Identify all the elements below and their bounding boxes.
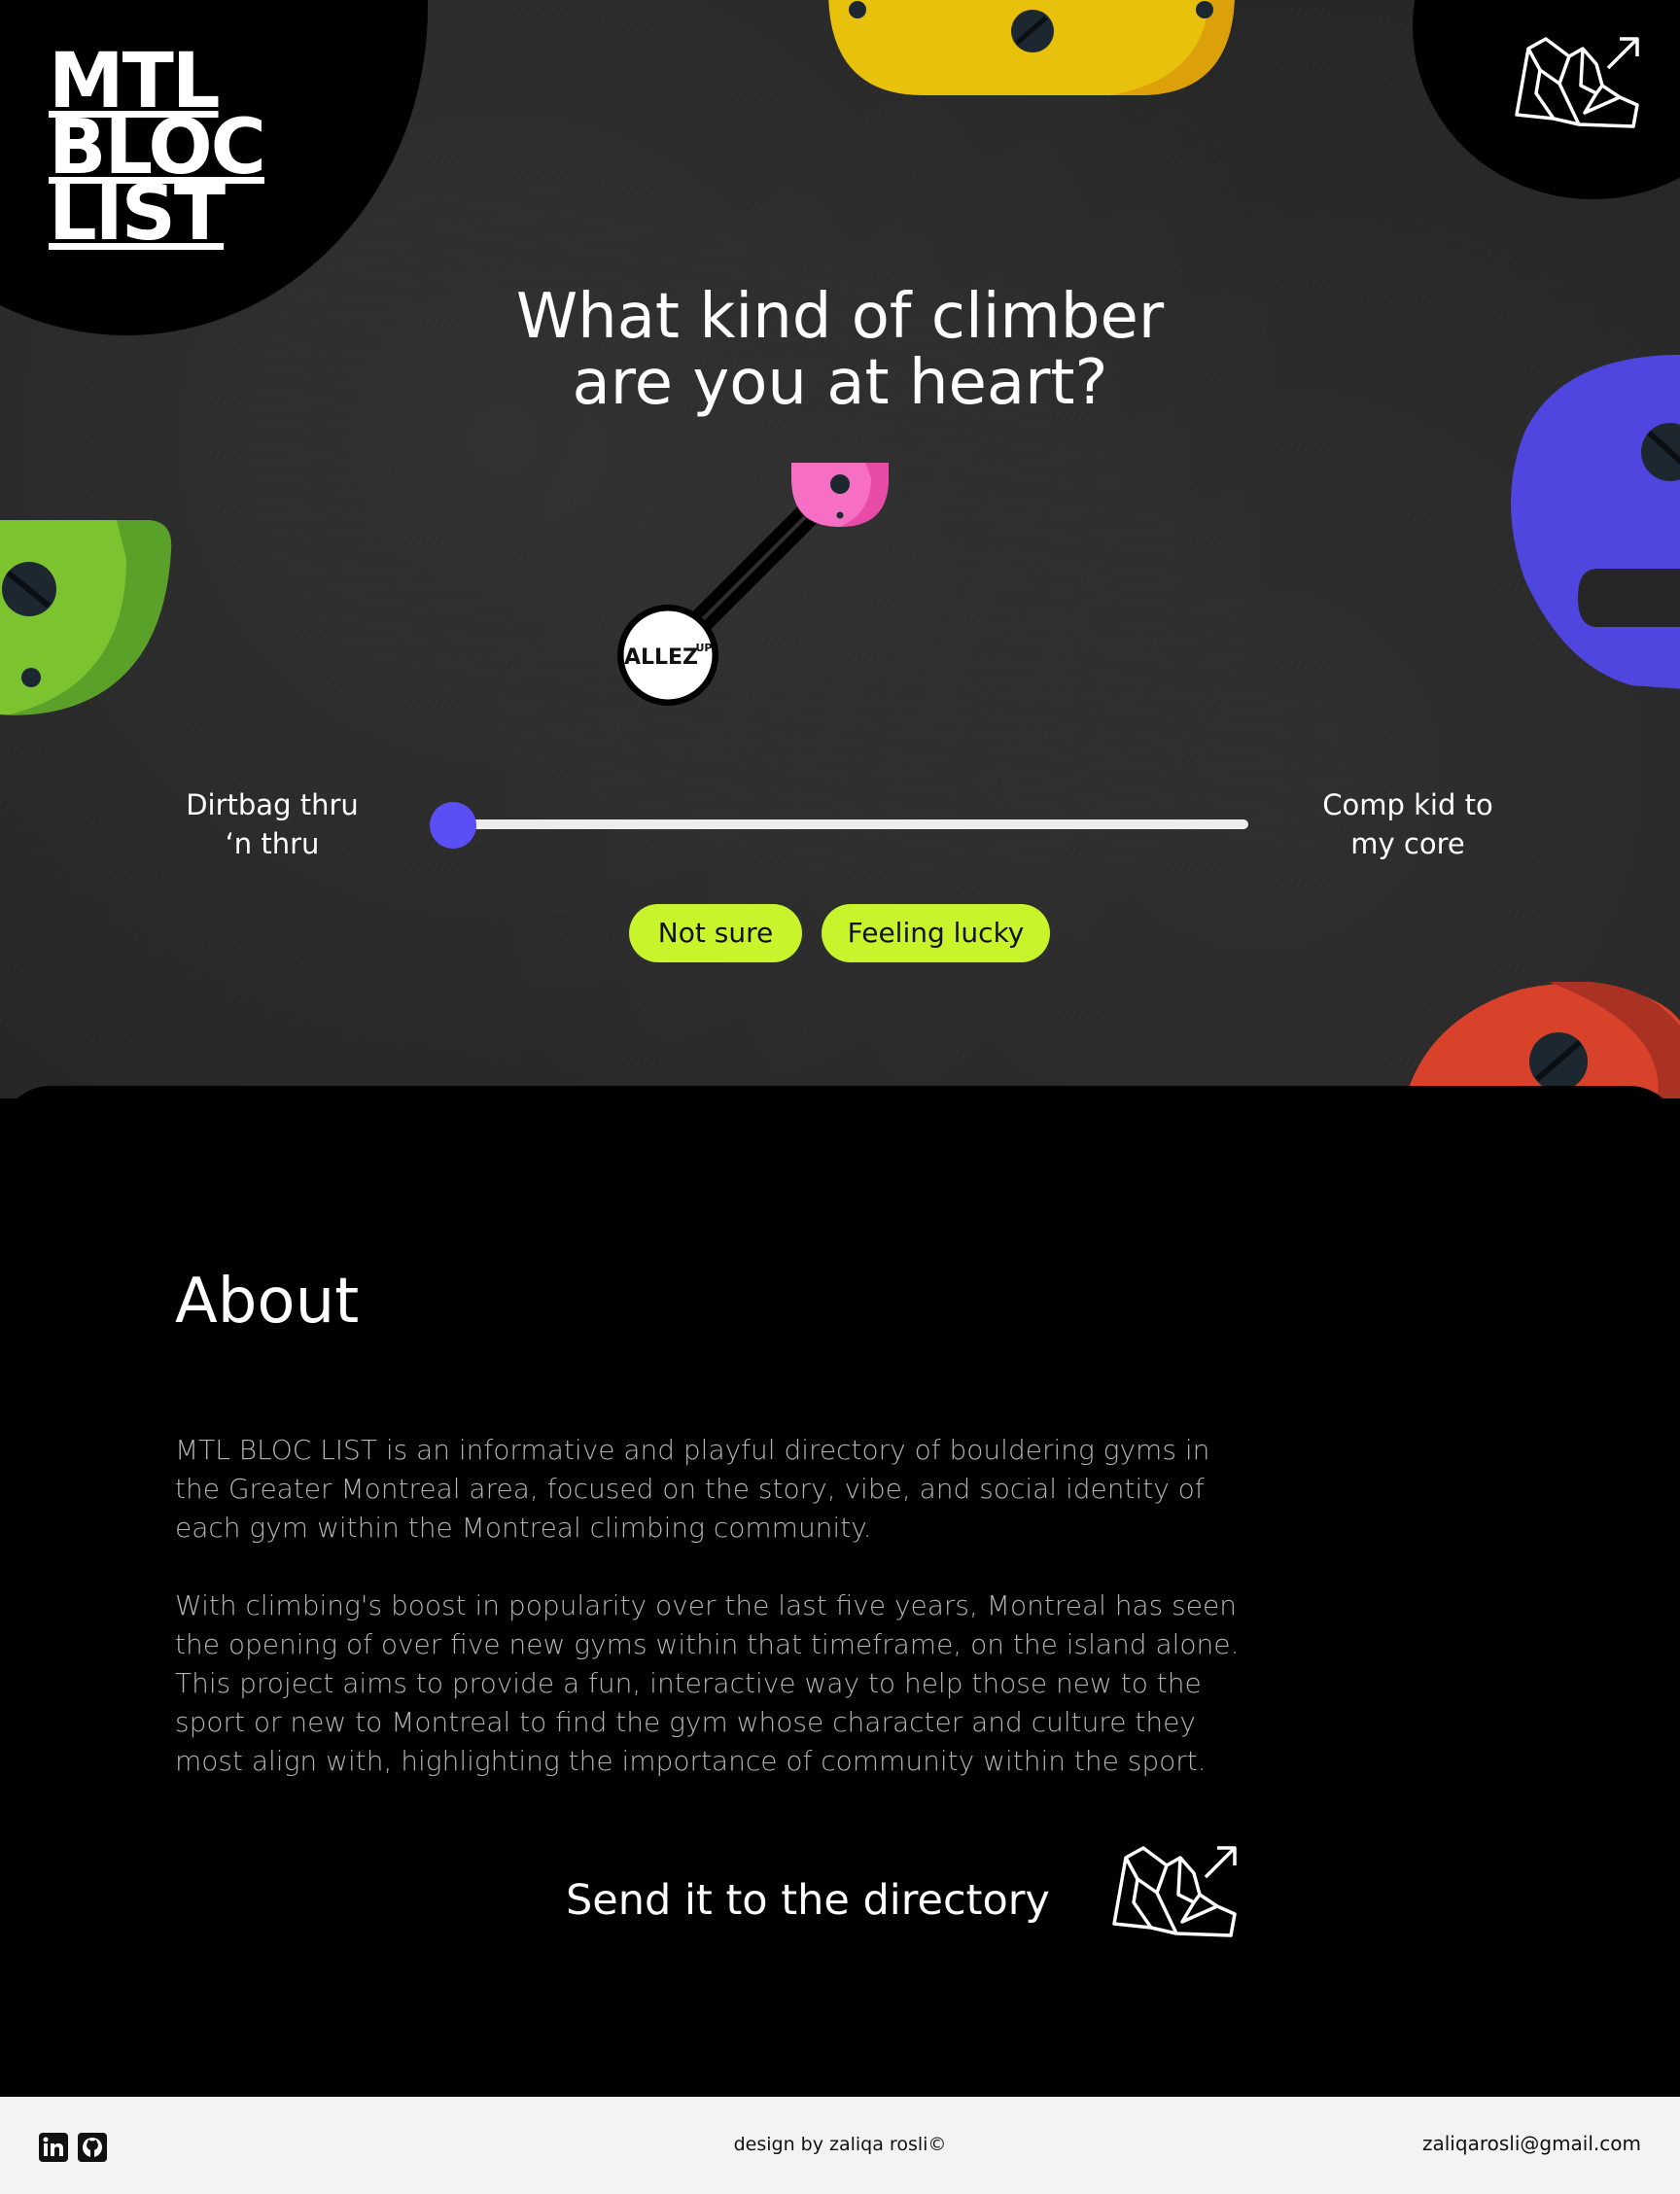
slider-left-label: Dirtbag thru ‘n thru: [186, 788, 359, 860]
site-footer: design by zaliqa rosli© zaliqarosli@gmai…: [0, 2097, 1680, 2194]
climber-type-slider-thumb[interactable]: [430, 802, 476, 849]
blue-climbing-hold: [1511, 355, 1680, 689]
boulder-arrow-icon[interactable]: [1515, 35, 1643, 128]
gym-badge-text: ALLEZ: [624, 645, 698, 670]
slider-right-label: Comp kid to my core: [1322, 788, 1493, 860]
quiz-question-line-1: What kind of climber: [515, 281, 1165, 353]
boulder-arrow-icon: [1112, 1846, 1237, 1937]
gym-match-indicator: ALLEZ UP: [617, 463, 889, 706]
not-sure-button[interactable]: Not sure: [629, 904, 802, 962]
red-climbing-hold: [1405, 982, 1680, 1098]
about-paragraph-1: MTL BLOC LIST is an informative and play…: [175, 1434, 1210, 1544]
about-section: About MTL BLOC LIST is an informative an…: [0, 1086, 1680, 2097]
hero-section: MTL BLOC LIST What kind of climber are y…: [0, 0, 1680, 1098]
about-title: About: [175, 1266, 360, 1338]
contact-email-link[interactable]: zaliqarosli@gmail.com: [1422, 2132, 1641, 2155]
svg-text:UP: UP: [696, 642, 713, 654]
quiz-question-line-2: are you at heart?: [572, 347, 1108, 419]
quiz-question: What kind of climber are you at heart?: [354, 284, 1326, 416]
climber-type-slider-track[interactable]: [453, 819, 1248, 829]
feeling-lucky-button[interactable]: Feeling lucky: [822, 904, 1050, 962]
about-paragraph-2: With climbing's boost in popularity over…: [175, 1589, 1240, 1777]
yellow-climbing-hold: [828, 0, 1235, 95]
directory-cta-link[interactable]: Send it to the directory: [566, 1844, 1246, 1951]
green-climbing-hold: [0, 520, 172, 715]
site-logo[interactable]: MTL BLOC LIST: [49, 44, 266, 252]
directory-cta-label: Send it to the directory: [566, 1876, 1050, 1925]
